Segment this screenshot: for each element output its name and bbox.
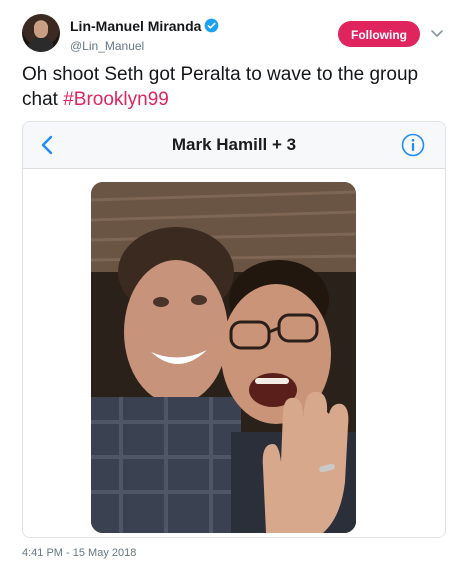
following-button[interactable]: Following: [338, 21, 420, 47]
imessage-header: Mark Hamill + 3: [23, 122, 445, 169]
verified-badge-icon: [205, 18, 219, 33]
author-name-block: Lin-Manuel Miranda @Lin_Manuel: [70, 17, 219, 54]
author-avatar[interactable]: [22, 14, 60, 52]
author-display-name[interactable]: Lin-Manuel Miranda: [70, 17, 201, 35]
info-circle-icon: [401, 133, 425, 157]
selfie-illustration: [91, 182, 356, 533]
tweet-timestamp[interactable]: 4:41 PM - 15 May 2018: [22, 546, 136, 560]
selfie-photo: [91, 182, 356, 533]
author-handle[interactable]: @Lin_Manuel: [70, 38, 219, 54]
tweet-text: Oh shoot Seth got Peralta to wave to the…: [22, 62, 442, 112]
avatar-face: [34, 22, 48, 38]
tweet-media-image[interactable]: Mark Hamill + 3: [22, 121, 446, 538]
chat-title: Mark Hamill + 3: [171, 135, 297, 154]
chat-area: [23, 169, 445, 537]
hashtag-link[interactable]: #Brooklyn99: [63, 89, 169, 110]
tweet-card: Lin-Manuel Miranda @Lin_Manuel Following…: [0, 0, 464, 566]
avatar-body: [28, 38, 54, 52]
chevron-down-icon[interactable]: [430, 26, 444, 40]
